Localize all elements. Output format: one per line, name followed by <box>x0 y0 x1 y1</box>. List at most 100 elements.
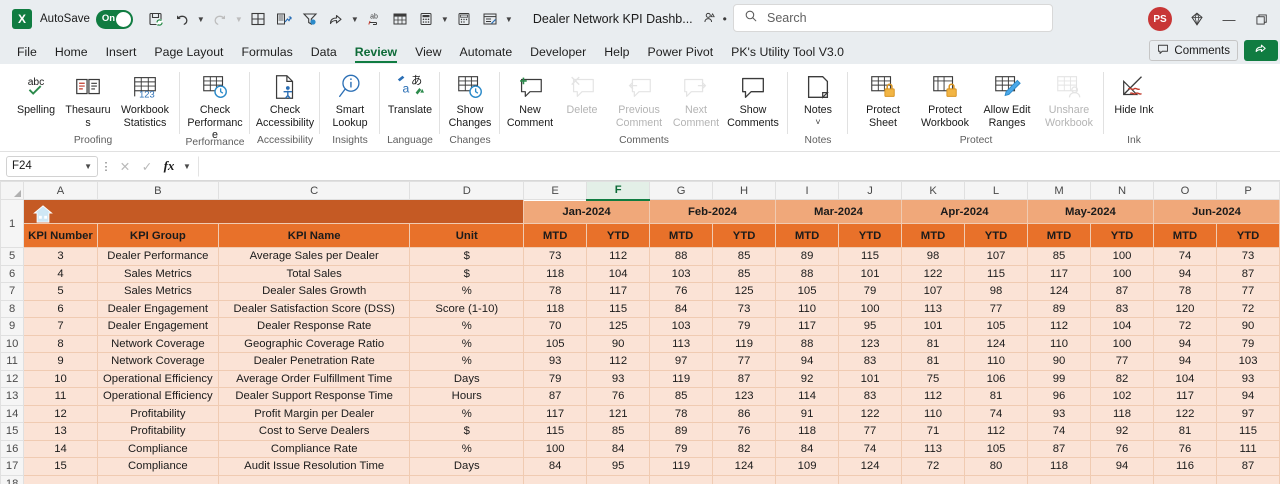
cell-kpi-group[interactable]: Network Coverage <box>97 335 218 353</box>
cell-value[interactable]: 112 <box>1027 318 1090 336</box>
cell-value[interactable]: 81 <box>901 335 964 353</box>
share-chevron-down-icon[interactable]: ▼ <box>349 6 361 32</box>
cell-value[interactable]: 84 <box>775 440 838 458</box>
cell-value[interactable]: 124 <box>1027 283 1090 301</box>
cell-value[interactable]: 104 <box>1153 370 1216 388</box>
cell-empty[interactable] <box>24 475 98 484</box>
cell-value[interactable]: 98 <box>901 248 964 266</box>
table-row[interactable]: 108Network CoverageGeographic Coverage R… <box>1 335 1280 353</box>
cell-value[interactable]: 103 <box>1217 353 1280 371</box>
protect-workbook-button[interactable]: Protect Workbook <box>914 67 976 129</box>
cell-empty[interactable] <box>713 475 776 484</box>
cell-value[interactable]: 81 <box>965 388 1028 406</box>
cell-empty[interactable] <box>775 475 838 484</box>
cell-value[interactable]: 77 <box>1091 353 1154 371</box>
ribbon-tab-page-layout[interactable]: Page Layout <box>145 43 232 64</box>
cell-value[interactable]: 72 <box>1153 318 1216 336</box>
column-header-N[interactable]: N <box>1091 182 1154 200</box>
cell-kpi-group[interactable]: Sales Metrics <box>97 283 218 301</box>
cell-kpi-name[interactable]: Dealer Response Rate <box>218 318 410 336</box>
cell-kpi-group[interactable]: Dealer Engagement <box>97 300 218 318</box>
cell-value[interactable]: 94 <box>1153 265 1216 283</box>
cell-value[interactable]: 115 <box>1217 423 1280 441</box>
cell-value[interactable]: 79 <box>1217 335 1280 353</box>
cell-kpi-name[interactable]: Average Sales per Dealer <box>218 248 410 266</box>
cell-value[interactable]: 120 <box>1153 300 1216 318</box>
cell-value[interactable]: 117 <box>775 318 838 336</box>
cell-value[interactable]: 105 <box>775 283 838 301</box>
row-header-1[interactable]: 1 <box>1 200 24 248</box>
search-box[interactable]: Search <box>733 4 1053 32</box>
cell-value[interactable]: 124 <box>965 335 1028 353</box>
cell-value[interactable]: 110 <box>1027 335 1090 353</box>
cell-kpi-name[interactable]: Dealer Sales Growth <box>218 283 410 301</box>
column-header-H[interactable]: H <box>713 182 776 200</box>
formula-bar-more-icon[interactable]: ⋮ <box>98 160 114 173</box>
cell-empty[interactable] <box>1217 475 1280 484</box>
cell-empty[interactable] <box>649 475 712 484</box>
fx-chevron-down-icon[interactable]: ▼ <box>180 162 194 171</box>
cell-unit[interactable]: Hours <box>410 388 524 406</box>
cell-value[interactable]: 117 <box>524 405 587 423</box>
cell-value[interactable]: 100 <box>1091 335 1154 353</box>
ribbon-tab-review[interactable]: Review <box>346 43 406 64</box>
cell-value[interactable]: 74 <box>965 405 1028 423</box>
cell-value[interactable]: 95 <box>587 458 650 476</box>
row-header-14[interactable]: 14 <box>1 405 24 423</box>
spelling-button[interactable]: abcSpelling <box>10 67 62 117</box>
cell-value[interactable]: 85 <box>1027 248 1090 266</box>
cell-value[interactable]: 79 <box>839 283 902 301</box>
cell-value[interactable]: 107 <box>965 248 1028 266</box>
cell-value[interactable]: 72 <box>1217 300 1280 318</box>
hide-ink-button[interactable]: Hide Ink <box>1108 67 1160 117</box>
cell-value[interactable]: 79 <box>649 440 712 458</box>
cell-kpi-group[interactable]: Compliance <box>97 458 218 476</box>
cell-empty[interactable] <box>587 475 650 484</box>
name-box[interactable]: F24 ▼ <box>6 156 98 177</box>
cell-unit[interactable]: % <box>410 405 524 423</box>
cell-value[interactable]: 122 <box>1153 405 1216 423</box>
ribbon-tab-power-pivot[interactable]: Power Pivot <box>639 43 723 64</box>
cell-value[interactable]: 100 <box>524 440 587 458</box>
cell-kpi-number[interactable]: 4 <box>24 265 98 283</box>
check-accessibility-button[interactable]: Check Accessibility <box>254 67 316 129</box>
cell-value[interactable]: 101 <box>839 370 902 388</box>
restore-icon[interactable] <box>1246 4 1276 34</box>
cell-value[interactable]: 76 <box>713 423 776 441</box>
cell-value[interactable]: 112 <box>901 388 964 406</box>
cell-value[interactable]: 73 <box>713 300 776 318</box>
cell-empty[interactable] <box>1027 475 1090 484</box>
cell-value[interactable]: 79 <box>713 318 776 336</box>
cell-value[interactable]: 75 <box>901 370 964 388</box>
cell-value[interactable]: 93 <box>1217 370 1280 388</box>
cell-value[interactable]: 100 <box>1091 265 1154 283</box>
cell-kpi-group[interactable]: Sales Metrics <box>97 265 218 283</box>
cell-value[interactable]: 70 <box>524 318 587 336</box>
cell-unit[interactable]: % <box>410 283 524 301</box>
cell-value[interactable]: 84 <box>524 458 587 476</box>
cell-value[interactable]: 100 <box>1091 248 1154 266</box>
cell-kpi-number[interactable]: 10 <box>24 370 98 388</box>
column-header-L[interactable]: L <box>965 182 1028 200</box>
cell-unit[interactable]: % <box>410 440 524 458</box>
cell-value[interactable]: 113 <box>901 440 964 458</box>
cell-value[interactable]: 112 <box>587 248 650 266</box>
cell-unit[interactable]: $ <box>410 248 524 266</box>
cell-value[interactable]: 119 <box>649 370 712 388</box>
calculate-icon[interactable] <box>413 6 439 32</box>
cell-unit[interactable]: Days <box>410 458 524 476</box>
cell-value[interactable]: 76 <box>649 283 712 301</box>
cell-value[interactable]: 124 <box>839 458 902 476</box>
cell-kpi-name[interactable]: Dealer Penetration Rate <box>218 353 410 371</box>
table-row[interactable]: 1210Operational EfficiencyAverage Order … <box>1 370 1280 388</box>
table-row[interactable]: 53Dealer PerformanceAverage Sales per De… <box>1 248 1280 266</box>
select-all-corner[interactable] <box>1 182 24 200</box>
cell-value[interactable]: 125 <box>713 283 776 301</box>
cell-value[interactable]: 82 <box>1091 370 1154 388</box>
cell-value[interactable]: 102 <box>1091 388 1154 406</box>
search-input[interactable]: Search <box>767 11 807 25</box>
cell-kpi-group[interactable]: Operational Efficiency <box>97 388 218 406</box>
cell-value[interactable]: 118 <box>524 265 587 283</box>
cell-value[interactable]: 89 <box>649 423 712 441</box>
cell-kpi-number[interactable]: 13 <box>24 423 98 441</box>
